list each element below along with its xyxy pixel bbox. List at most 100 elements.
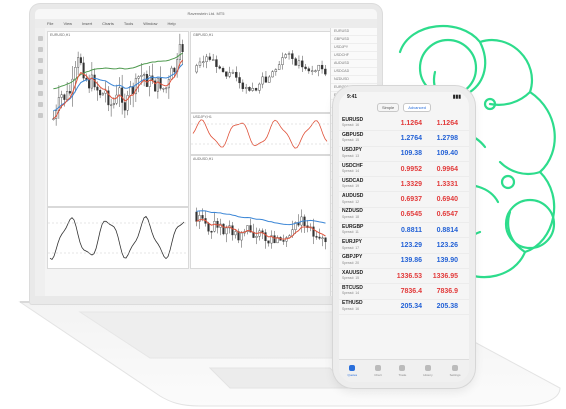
candle-body [115,94,118,104]
quote-spread: Spread: 17 [342,245,360,250]
candle-body [82,62,85,79]
quote-row[interactable]: ETHUSD Spread: 16 205.34 205.38 [339,300,469,315]
nav-quotes[interactable]: Quotes [348,365,357,377]
chart-panel-main[interactable]: EURUSD,H1 [47,31,189,207]
quote-symbol: USDJPY Spread: 13 [342,147,386,159]
quote-row[interactable]: GBPUSD Spread: 15 1.2764 1.2798 [339,131,469,147]
candle-body [222,223,225,235]
nav-settings[interactable]: Settings [450,365,460,377]
candle-body [213,221,216,232]
menu-item-help[interactable]: Help [165,21,177,26]
candle-body [261,76,264,85]
candle-body [156,77,159,92]
watchlist-row[interactable]: NZDUSD [331,76,377,84]
candle-body [68,91,71,94]
quote-row[interactable]: BTCUSD Spread: 14 7836.4 7836.9 [339,284,469,300]
candle-body [267,240,270,244]
candle-body [74,67,77,80]
chart-panel-mid-oscillator[interactable]: USDJPY,H1 [190,113,332,155]
text-tool-icon[interactable] [37,91,43,96]
shapes-icon[interactable] [37,102,43,107]
quote-symbol: AUDUSD Spread: 12 [342,193,386,205]
chart-panel-top-right[interactable]: GBPUSD,H1 [190,31,332,113]
menu-item-window[interactable]: Window [141,21,159,26]
quote-symbol: BTCUSD Spread: 14 [342,285,386,297]
tab-advanced[interactable]: Advanced [403,102,432,112]
watchlist-row[interactable]: EURUSD [331,28,377,36]
quotes-icon [349,365,356,371]
candle-body [162,88,165,90]
quote-spread: Spread: 16 [342,123,360,128]
candlestick-chart [195,207,327,250]
quote-row[interactable]: EURGBP Spread: 11 0.8811 0.8814 [339,223,469,239]
menu-item-charts[interactable]: Charts [100,21,116,26]
quote-row[interactable]: USDCAD Spread: 19 1.3329 1.3331 [339,177,469,193]
quote-row[interactable]: EURUSD Spread: 16 1.1264 1.1264 [339,116,469,132]
clock: 9:41 [347,94,358,100]
watchlist-row[interactable]: USDJPY [331,44,377,52]
candle-body [258,83,261,91]
menu-item-tools[interactable]: Tools [122,21,135,26]
cursor-icon[interactable] [37,36,43,41]
candle-body [140,75,143,77]
quote-spread: Spread: 15 [342,276,360,281]
quote-row[interactable]: GBPJPY Spread: 20 139.86 139.90 [339,254,469,269]
bid-price: 0.9952 [400,165,422,173]
quote-row[interactable]: NZDUSD Spread: 18 0.6545 0.6547 [339,208,469,224]
watchlist-row[interactable]: AUDUSD [331,60,377,68]
quote-symbol: NZDUSD Spread: 18 [342,209,386,220]
bid-price: 123.29 [400,242,422,250]
candle-body [90,74,93,89]
bid-price: 0.6545 [400,211,422,219]
watchlist-row[interactable]: USDCHF [331,52,377,60]
laptop-screen: Ravenstein Ltd. MT5 File View Insert Charts… [30,4,382,304]
candle-body [237,231,240,241]
window-title: Ravenstein Ltd. MT5 [35,9,377,19]
quote-row[interactable]: USDJPY Spread: 13 109.38 109.40 [339,147,469,162]
nav-chart[interactable]: Chart [374,365,382,377]
quote-spread: Spread: 12 [342,199,360,204]
quote-symbol: GBPUSD Spread: 15 [342,132,386,144]
chart-panel-bottom-right[interactable]: AUDUSD,H1 [190,155,332,269]
quote-row[interactable]: USDCHF Spread: 14 0.9952 0.9964 [339,162,469,178]
ask-price: 123.26 [436,242,458,250]
candle-body [207,223,210,232]
quotes-list: EURUSD Spread: 16 1.1264 1.1264 GBPUSD Spread… [339,116,469,360]
candle-body [110,104,113,107]
quote-symbol: EURUSD Spread: 16 [342,117,386,129]
menu-item-view[interactable]: View [61,21,74,26]
ask-price: 0.6547 [436,211,458,219]
candle-body [234,231,237,236]
menu-item-file[interactable]: File [45,21,55,26]
nav-trade[interactable]: Trade [399,365,406,377]
bid-price: 1.1264 [400,119,422,127]
candle-body [297,60,301,66]
candle-body [63,94,66,100]
candle-body [284,54,287,58]
horizontal-line-icon[interactable] [37,69,43,74]
quote-spread: Spread: 20 [342,260,360,265]
nav-history[interactable]: History [423,365,433,377]
candle-body [254,88,258,91]
candle-body [198,61,202,66]
menu-item-insert[interactable]: Insert [80,21,94,26]
signal-battery-icon: ▮▮▮ [452,94,461,100]
crosshair-icon[interactable] [37,47,43,52]
menu-bar: File View Insert Charts Tools Window Help [35,19,377,28]
quote-row[interactable]: EURJPY Spread: 17 123.29 123.26 [339,238,469,254]
candle-body [99,90,102,96]
quote-row[interactable]: AUDUSD Spread: 12 0.6937 0.6940 [339,192,469,208]
candle-body [248,87,251,91]
watchlist-row[interactable]: USDCAD [331,68,377,76]
candle-body [195,65,198,73]
chart-panel-oscillator[interactable] [47,207,189,269]
watchlist-row[interactable]: GBPUSD [331,36,377,44]
fibonacci-icon[interactable] [37,80,43,85]
trendline-icon[interactable] [37,58,43,63]
zoom-icon[interactable] [37,113,43,118]
tab-simple[interactable]: Simple [376,102,400,112]
candle-body [178,44,181,60]
quote-row[interactable]: XAUUSD Spread: 15 1336.53 1336.95 [339,269,469,285]
chart-icon [374,365,381,371]
candle-body [258,230,261,237]
